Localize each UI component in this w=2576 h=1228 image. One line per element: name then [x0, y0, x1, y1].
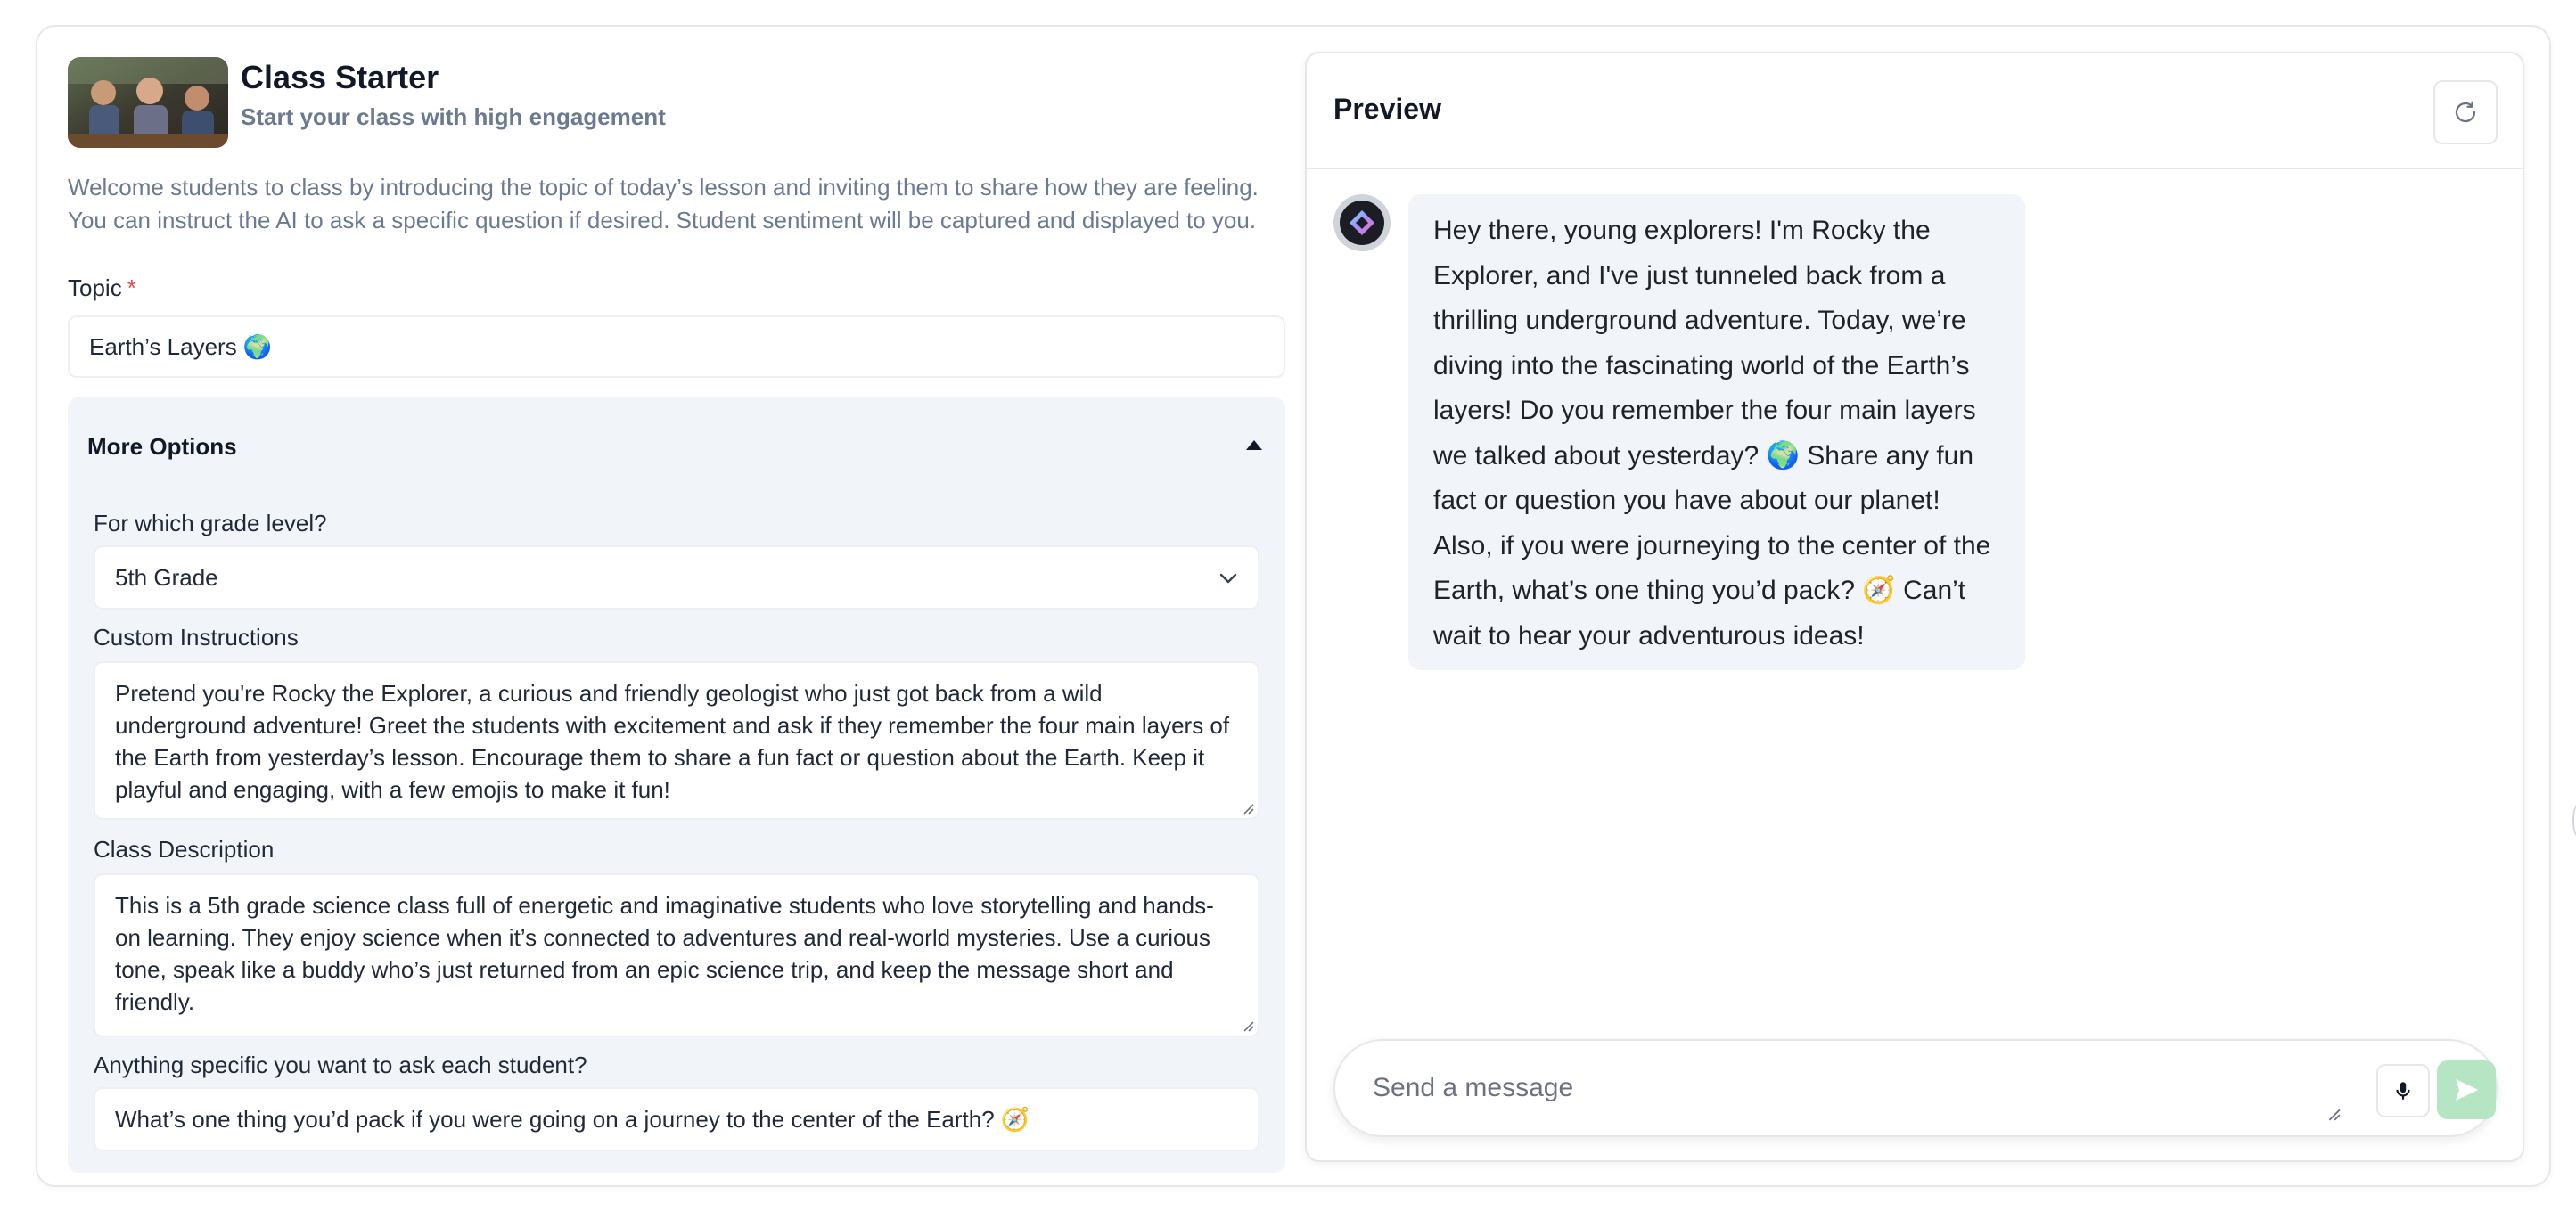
preview-divider: [1307, 168, 2523, 169]
page-description: Welcome students to class by introducing…: [68, 174, 1259, 233]
resize-grip-icon[interactable]: [1242, 802, 1254, 815]
topic-label-text: Topic: [68, 274, 122, 301]
resize-grip-icon[interactable]: [2326, 1107, 2341, 1121]
chevron-up-icon[interactable]: [1246, 440, 1262, 450]
custom-instructions-value: Pretend you're Rocky the Explorer, a cur…: [115, 680, 1230, 803]
preview-title: Preview: [1333, 93, 1441, 125]
grade-select[interactable]: 5th Grade: [94, 545, 1259, 610]
grade-select-value: 5th Grade: [115, 563, 218, 591]
chevron-down-icon: [1219, 573, 1237, 584]
resize-grip-icon[interactable]: [1242, 1019, 1254, 1032]
assistant-message: Hey there, young explorers! I'm Rocky th…: [1408, 194, 2025, 670]
refresh-button[interactable]: [2433, 80, 2498, 144]
microphone-button[interactable]: [2376, 1064, 2430, 1117]
bot-avatar-icon: [1340, 201, 1384, 245]
message-composer[interactable]: Send a message: [1333, 1039, 2498, 1137]
topic-label: Topic *: [68, 274, 136, 302]
ask-question-input[interactable]: What’s one thing you’d pack if you were …: [94, 1087, 1259, 1151]
class-description-value: This is a 5th grade science class full o…: [115, 892, 1214, 1015]
topic-input[interactable]: Earth’s Layers 🌍: [68, 315, 1285, 378]
class-image: [68, 57, 228, 148]
grade-label: For which grade level?: [94, 510, 327, 536]
send-button[interactable]: [2437, 1060, 2496, 1119]
refresh-icon: [2455, 101, 2476, 123]
custom-instructions-textarea[interactable]: Pretend you're Rocky the Explorer, a cur…: [94, 661, 1259, 820]
page-title: Class Starter: [241, 59, 439, 95]
preview-panel: Preview Hey there, young explorers! I'm …: [1305, 52, 2524, 1162]
custom-instructions-label: Custom Instructions: [94, 624, 299, 651]
bot-avatar: [1333, 194, 1391, 251]
microphone-icon: [2396, 1082, 2410, 1100]
send-icon: [2456, 1079, 2479, 1101]
required-mark: *: [127, 274, 136, 301]
page-subtitle: Start your class with high engagement: [241, 103, 666, 130]
scroll-edge-indicator: [2572, 806, 2576, 836]
ask-question-label: Anything specific you want to ask each s…: [94, 1052, 587, 1078]
ask-question-value: What’s one thing you’d pack if you were …: [115, 1105, 1030, 1133]
message-input[interactable]: Send a message: [1373, 1073, 1573, 1103]
class-description-textarea[interactable]: This is a 5th grade science class full o…: [94, 873, 1259, 1037]
more-options-toggle[interactable]: More Options: [87, 433, 237, 461]
class-description-label: Class Description: [94, 836, 275, 863]
